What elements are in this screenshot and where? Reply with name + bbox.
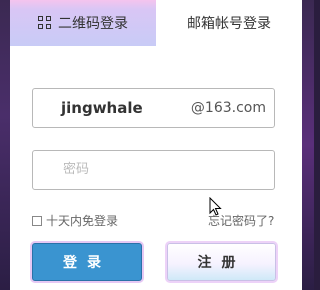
login-panel: 二维码登录 邮箱帐号登录 jingwhale @163.com 密码 十天内免登… (10, 0, 302, 290)
tab-qr-login[interactable]: 二维码登录 (10, 0, 156, 46)
checkbox-icon[interactable] (32, 215, 42, 226)
tab-qr-label: 二维码登录 (58, 16, 128, 32)
email-domain-suffix: @163.com (190, 100, 266, 116)
username-field[interactable]: jingwhale @163.com (32, 88, 275, 128)
login-tabs: 二维码登录 邮箱帐号登录 (10, 0, 302, 46)
remember-me[interactable]: 十天内免登录 (32, 212, 118, 229)
background-right (302, 0, 314, 290)
password-field[interactable]: 密码 (32, 150, 275, 190)
mouse-cursor-icon (209, 197, 222, 216)
tab-mail-login[interactable]: 邮箱帐号登录 (156, 0, 302, 46)
login-button[interactable]: 登录 (32, 243, 142, 281)
username-value: jingwhale (61, 99, 143, 117)
tab-mail-label: 邮箱帐号登录 (187, 16, 271, 32)
password-placeholder: 密码 (63, 162, 90, 177)
qr-code-icon (38, 16, 52, 30)
register-button[interactable]: 注册 (167, 243, 276, 281)
remember-label: 十天内免登录 (46, 214, 119, 228)
